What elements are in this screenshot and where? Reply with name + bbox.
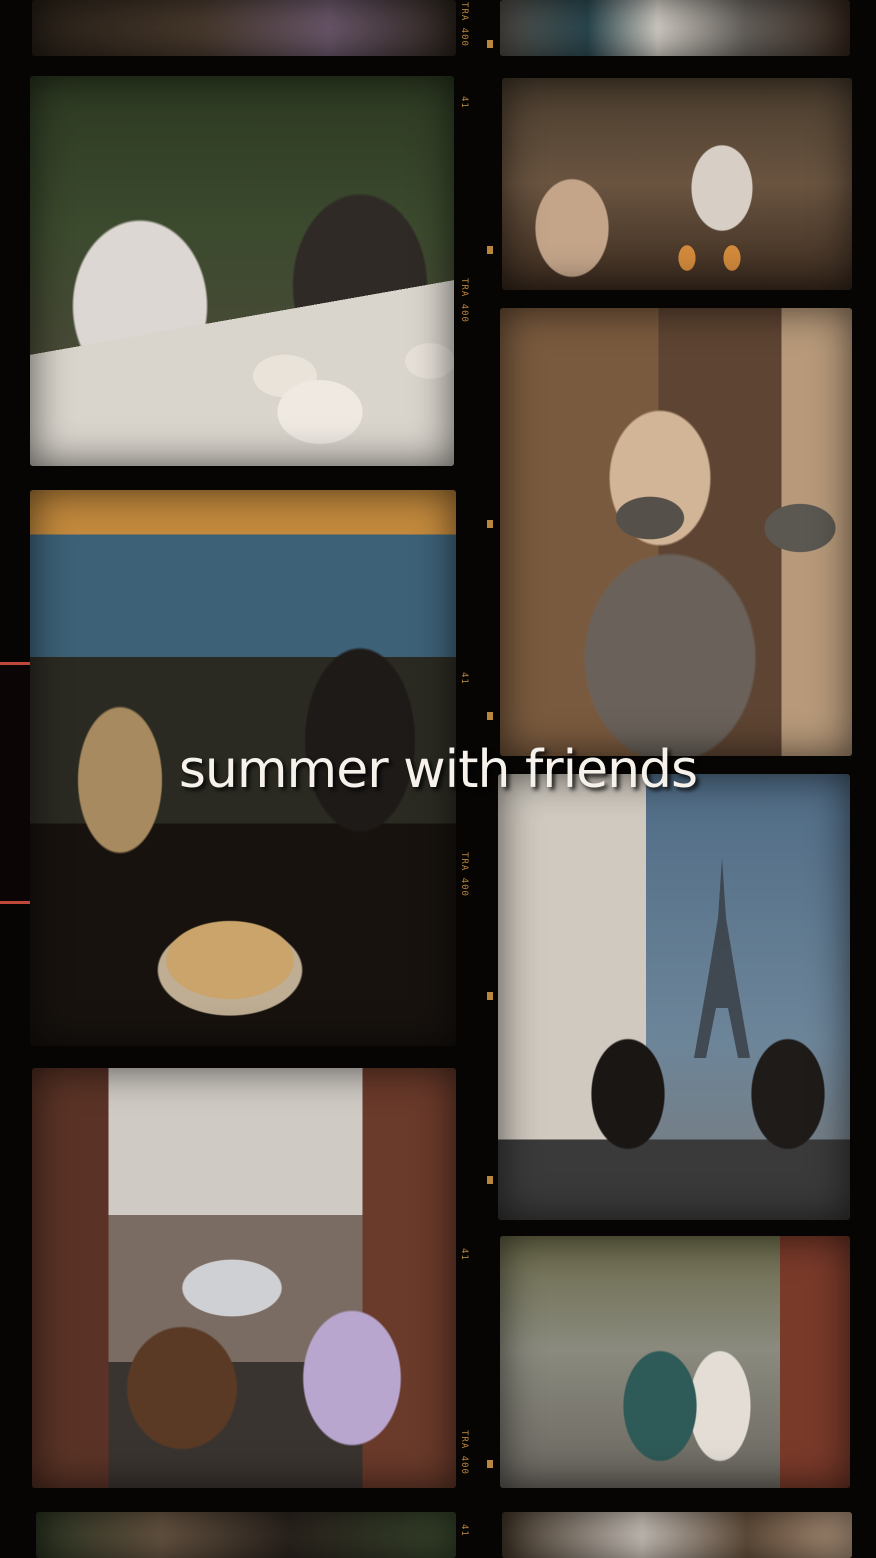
sprocket-mark — [487, 520, 493, 528]
film-code-8: 41 — [459, 1524, 469, 1537]
sprocket-mark — [487, 1460, 493, 1468]
film-code-4: 41 — [459, 672, 469, 685]
film-code-6: 41 — [459, 1248, 469, 1261]
sprocket-mark — [487, 246, 493, 254]
film-code-2: 41 — [459, 96, 469, 109]
photo-top-left-strip — [32, 0, 456, 56]
sprocket-mark — [487, 40, 493, 48]
photo-bottom-right-strip — [502, 1512, 852, 1558]
film-code-3: TRA 400 — [459, 278, 469, 323]
photo-cocoa-cups — [500, 308, 852, 756]
photo-snow-street — [32, 1068, 456, 1488]
photo-bottom-left-strip — [36, 1512, 456, 1558]
photo-cafe-drinks — [502, 78, 852, 290]
photo-eiffel-tower — [498, 774, 850, 1220]
eiffel-tower-icon — [694, 858, 750, 1058]
film-code-7: TRA 400 — [459, 1430, 469, 1475]
sprocket-mark — [487, 1176, 493, 1184]
photo-top-right-strip — [500, 0, 850, 56]
film-code-5: TRA 400 — [459, 852, 469, 897]
photo-cafe-reading — [30, 76, 454, 466]
film-code-1: TRA 400 — [459, 2, 469, 47]
sprocket-mark — [487, 992, 493, 1000]
caption-text: summer with friends — [178, 740, 698, 800]
sprocket-mark — [487, 712, 493, 720]
photo-walking-street — [500, 1236, 850, 1488]
